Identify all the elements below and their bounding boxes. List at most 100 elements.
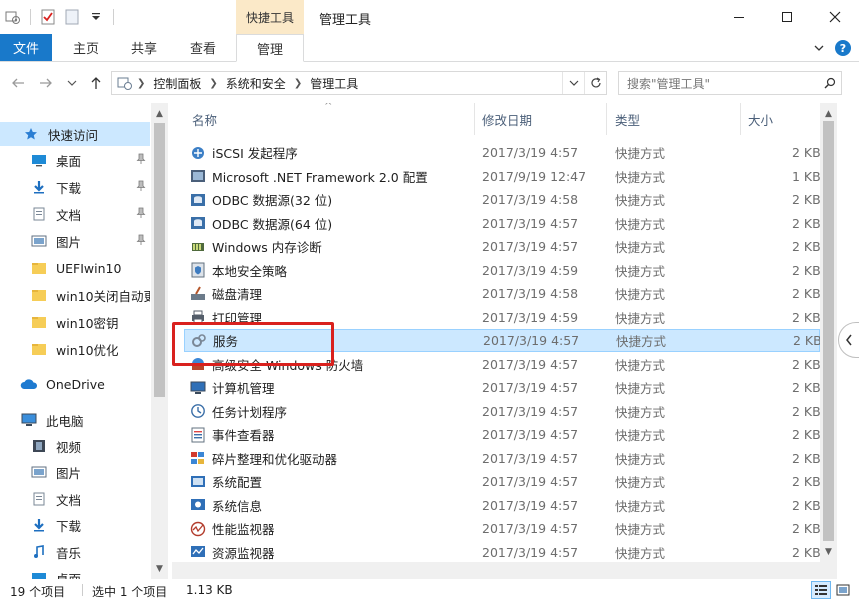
pin-icon[interactable]	[136, 180, 146, 195]
file-row[interactable]: iSCSI 发起程序 2017/3/19 4:57 快捷方式 2 KB	[184, 141, 820, 164]
maximize-button[interactable]	[763, 0, 811, 34]
file-row[interactable]: 磁盘清理 2017/3/19 4:58 快捷方式 2 KB	[184, 282, 820, 305]
file-name-text: 任务计划程序	[212, 404, 288, 420]
file-row[interactable]: 资源监视器 2017/3/19 4:57 快捷方式 2 KB	[184, 541, 820, 564]
file-row[interactable]: 计算机管理 2017/3/19 4:57 快捷方式 2 KB	[184, 376, 820, 399]
column-divider[interactable]	[740, 103, 741, 135]
nav-item-folder[interactable]: win10优化	[0, 337, 150, 361]
column-divider[interactable]	[474, 103, 475, 135]
file-type: 快捷方式	[615, 522, 666, 537]
nav-item-desktop[interactable]: 桌面	[0, 148, 150, 172]
file-row[interactable]: 系统信息 2017/3/19 4:57 快捷方式 2 KB	[184, 494, 820, 517]
breadcrumb-control-panel[interactable]: 控制面板	[153, 75, 201, 92]
file-row[interactable]: 任务计划程序 2017/3/19 4:57 快捷方式 2 KB	[184, 400, 820, 423]
forward-button[interactable]	[36, 73, 56, 93]
nav-item-quick-access[interactable]: 快速访问	[0, 122, 150, 146]
search-box[interactable]: 搜索"管理工具"	[618, 71, 842, 95]
nav-item-downloads[interactable]: 下载	[0, 175, 150, 199]
help-icon[interactable]: ?	[835, 40, 851, 56]
file-row[interactable]: ODBC 数据源(32 位) 2017/3/19 4:58 快捷方式 2 KB	[184, 188, 820, 211]
horizontal-scrollbar[interactable]	[172, 562, 820, 579]
recent-locations-button[interactable]	[62, 73, 82, 93]
side-panel-toggle[interactable]	[838, 322, 859, 358]
security-policy-icon	[190, 262, 206, 278]
file-row[interactable]: 系统配置 2017/3/19 4:57 快捷方式 2 KB	[184, 470, 820, 493]
file-name-text: 本地安全策略	[212, 263, 288, 279]
file-type: 快捷方式	[615, 428, 666, 443]
nav-pane-scrollbar[interactable]: ▲ ▼	[151, 103, 168, 579]
file-row[interactable]: 本地安全策略 2017/3/19 4:59 快捷方式 2 KB	[184, 259, 820, 282]
nav-item-music[interactable]: 音乐	[0, 540, 150, 564]
scroll-down-icon[interactable]: ▼	[151, 560, 168, 577]
tab-manage[interactable]: 管理	[236, 34, 304, 62]
nav-item-downloads[interactable]: 下载	[0, 513, 150, 537]
file-row[interactable]: 碎片整理和优化驱动器 2017/3/19 4:57 快捷方式 2 KB	[184, 447, 820, 470]
scroll-up-icon[interactable]: ▲	[820, 105, 837, 122]
address-bar[interactable]: ❯ 控制面板 ❯ 系统和安全 ❯ 管理工具	[111, 71, 607, 95]
pin-icon[interactable]	[136, 153, 146, 168]
download-icon	[30, 179, 48, 195]
file-row[interactable]: Windows 内存诊断 2017/3/19 4:57 快捷方式 2 KB	[184, 235, 820, 258]
expand-ribbon-icon[interactable]	[813, 42, 825, 54]
file-size: 2 KB	[792, 380, 820, 395]
up-button[interactable]	[86, 73, 106, 93]
file-size: 2 KB	[792, 474, 820, 489]
nav-item-folder[interactable]: win10密钥	[0, 310, 150, 334]
details-view-button[interactable]	[811, 581, 831, 599]
nav-item-pictures[interactable]: 图片	[0, 229, 150, 253]
tab-view[interactable]: 查看	[178, 34, 228, 61]
file-row[interactable]: 性能监视器 2017/3/19 4:57 快捷方式 2 KB	[184, 517, 820, 540]
file-name: 本地安全策略	[190, 261, 287, 280]
file-name-text: 磁盘清理	[212, 287, 263, 302]
column-header-type[interactable]: 类型	[615, 103, 735, 135]
file-name: Microsoft .NET Framework 2.0 配置	[190, 167, 428, 186]
new-folder-icon[interactable]	[63, 8, 81, 26]
search-icon[interactable]	[819, 77, 841, 89]
file-row[interactable]: 事件查看器 2017/3/19 4:57 快捷方式 2 KB	[184, 423, 820, 446]
scrollbar-thumb[interactable]	[823, 121, 834, 541]
tab-file[interactable]: 文件	[0, 34, 52, 61]
qat-dropdown-icon[interactable]	[87, 8, 105, 26]
back-button[interactable]	[8, 73, 28, 93]
file-row[interactable]: Microsoft .NET Framework 2.0 配置 2017/9/19…	[184, 165, 820, 188]
task-scheduler-icon	[190, 403, 206, 419]
close-button[interactable]	[811, 0, 859, 34]
address-dropdown-button[interactable]	[562, 72, 584, 94]
breadcrumb-system-security[interactable]: 系统和安全	[226, 75, 286, 92]
nav-item-folder[interactable]: UEFIwin10	[0, 256, 150, 280]
refresh-button[interactable]	[584, 72, 606, 94]
nav-item-pictures[interactable]: 图片	[0, 460, 150, 484]
nav-item-documents[interactable]: 文档	[0, 202, 150, 226]
column-divider[interactable]	[606, 103, 607, 135]
nav-item-this-pc[interactable]: 此电脑	[0, 408, 150, 432]
column-header-name[interactable]: 名称	[192, 103, 472, 135]
pin-icon[interactable]	[136, 234, 146, 249]
nav-item-label: 下载	[56, 518, 82, 534]
large-icons-view-button[interactable]	[833, 581, 853, 599]
file-row[interactable]: ODBC 数据源(64 位) 2017/3/19 4:57 快捷方式 2 KB	[184, 212, 820, 235]
forward-arrow-icon	[40, 78, 52, 88]
tab-home[interactable]: 主页	[62, 34, 110, 61]
scroll-down-icon[interactable]: ▼	[820, 543, 837, 560]
view-switcher	[809, 581, 853, 599]
breadcrumb-admin-tools[interactable]: 管理工具	[310, 75, 358, 92]
nav-item-desktop[interactable]: 桌面	[0, 566, 150, 579]
file-date: 2017/3/19 4:57	[482, 474, 579, 489]
tab-share[interactable]: 共享	[120, 34, 168, 61]
pin-icon[interactable]	[136, 207, 146, 222]
file-date: 2017/3/19 4:57	[482, 356, 579, 372]
nav-item-onedrive[interactable]: OneDrive	[0, 372, 150, 396]
file-date: 2017/3/19 4:57	[482, 521, 579, 536]
column-header-date[interactable]: 修改日期	[482, 103, 602, 135]
nav-item-folder[interactable]: win10关闭自动更	[0, 283, 150, 307]
file-list-scrollbar[interactable]: ▲ ▼	[820, 103, 837, 579]
scroll-up-icon[interactable]: ▲	[151, 105, 168, 122]
minimize-button[interactable]	[715, 0, 763, 34]
properties-icon[interactable]	[39, 8, 57, 26]
app-icon[interactable]	[4, 8, 22, 26]
nav-item-documents[interactable]: 文档	[0, 487, 150, 511]
nav-item-videos[interactable]: 视频	[0, 434, 150, 458]
file-type: 快捷方式	[615, 169, 666, 185]
column-header-size[interactable]: 大小	[748, 103, 818, 135]
scrollbar-thumb[interactable]	[154, 123, 165, 397]
